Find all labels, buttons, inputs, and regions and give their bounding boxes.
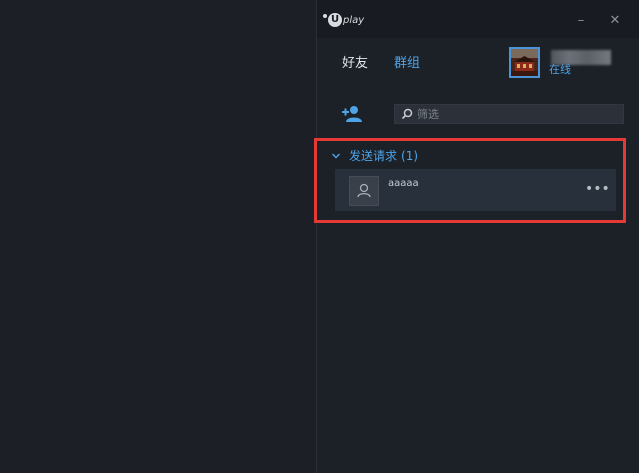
chevron-down-icon [332,153,340,159]
minimize-button[interactable]: – [574,14,588,28]
section-count: (1) [401,149,419,163]
close-icon: ✕ [609,13,621,28]
add-friend-icon [342,106,362,122]
close-button[interactable]: ✕ [608,14,622,28]
filter-field[interactable] [394,104,624,124]
online-status: 在线 [549,63,571,76]
person-icon [357,183,371,198]
user-avatar-image [511,49,538,76]
friend-request-row[interactable]: aaaaa ••• [335,169,616,211]
title-bar: U play – ✕ [317,0,639,38]
tab-groups[interactable]: 群组 [394,56,420,72]
sent-requests-header[interactable]: 发送请求 (1) [331,149,418,163]
uplay-logo: U play [323,12,364,28]
add-friend-button[interactable] [341,105,363,123]
request-username: aaaaa [388,178,419,189]
filter-input[interactable] [417,107,607,121]
search-icon [401,108,413,120]
tab-friends[interactable]: 好友 [342,56,368,72]
tab-bar: 好友 群组 [342,56,420,72]
friends-panel: U play – ✕ 好友 群组 在线 筛选 发送请求 (1) aaaaa ••… [316,0,639,473]
more-options-icon[interactable]: ••• [585,182,610,196]
default-avatar [349,176,379,206]
logo-dot [323,14,327,18]
section-title: 发送请求 [349,149,398,163]
logo-mark: U [328,13,342,27]
logo-wordmark: play [343,14,365,26]
minimize-icon: – [577,13,585,28]
user-avatar[interactable] [509,47,540,78]
